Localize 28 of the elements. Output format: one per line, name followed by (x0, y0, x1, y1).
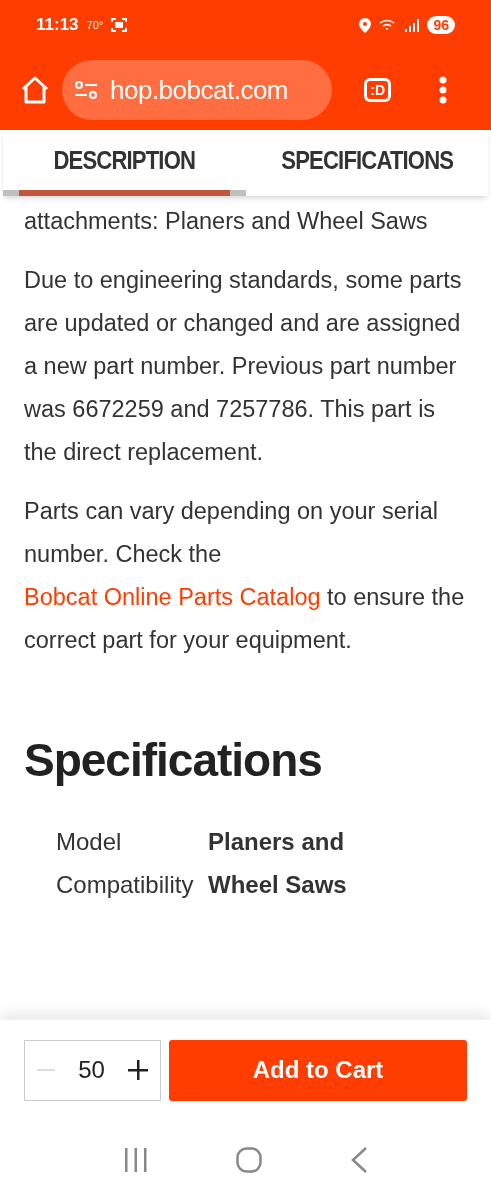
section-heading: Specifications (24, 733, 323, 788)
location-icon (359, 17, 372, 33)
recent-apps-icon[interactable] (124, 1148, 149, 1172)
spec-label: Model Compatibility (56, 827, 195, 900)
status-time: 11:13 (36, 14, 79, 37)
menu-icon[interactable] (439, 76, 447, 104)
signal-icon (405, 18, 420, 32)
battery-indicator: 96 (427, 16, 455, 34)
catalog-link[interactable]: Bobcat Online Parts Catalog (24, 584, 321, 610)
url-text: hop.bobcat.com (110, 73, 288, 107)
home-icon[interactable] (20, 75, 50, 105)
plus-icon[interactable] (128, 1060, 148, 1080)
tab[interactable]: DESCRIPTION (3, 130, 246, 196)
spec-value: Planers and Wheel Saws (208, 827, 348, 900)
tab[interactable]: SPECIFICATIONS (245, 130, 488, 196)
extension-button[interactable]: :D (364, 78, 391, 102)
site-settings-icon[interactable] (74, 80, 98, 100)
home-nav-icon[interactable] (236, 1147, 263, 1173)
back-icon[interactable] (350, 1147, 367, 1173)
quantity-stepper[interactable]: 50 (24, 1039, 161, 1101)
address-bar[interactable]: hop.bobcat.com (62, 60, 332, 120)
paragraph: Due to engineering standards, some parts are updated or changed and are assigned a new part number. Previous part number was 6672259 and 7257786. This part is the direct replacement. (24, 266, 463, 467)
temperature: 70° (86, 17, 104, 33)
add-to-cart-button[interactable]: Add to Cart (169, 1039, 467, 1101)
quantity-value: 50 (78, 1055, 105, 1085)
paragraph: Parts can vary depending on your serial number. Check the Bobcat Online Parts Catalog to ensure the correct part for your equipment. (24, 497, 466, 655)
paragraph: attachments: Planers and Wheel Saws (24, 207, 429, 236)
screenshot-icon (111, 18, 128, 32)
